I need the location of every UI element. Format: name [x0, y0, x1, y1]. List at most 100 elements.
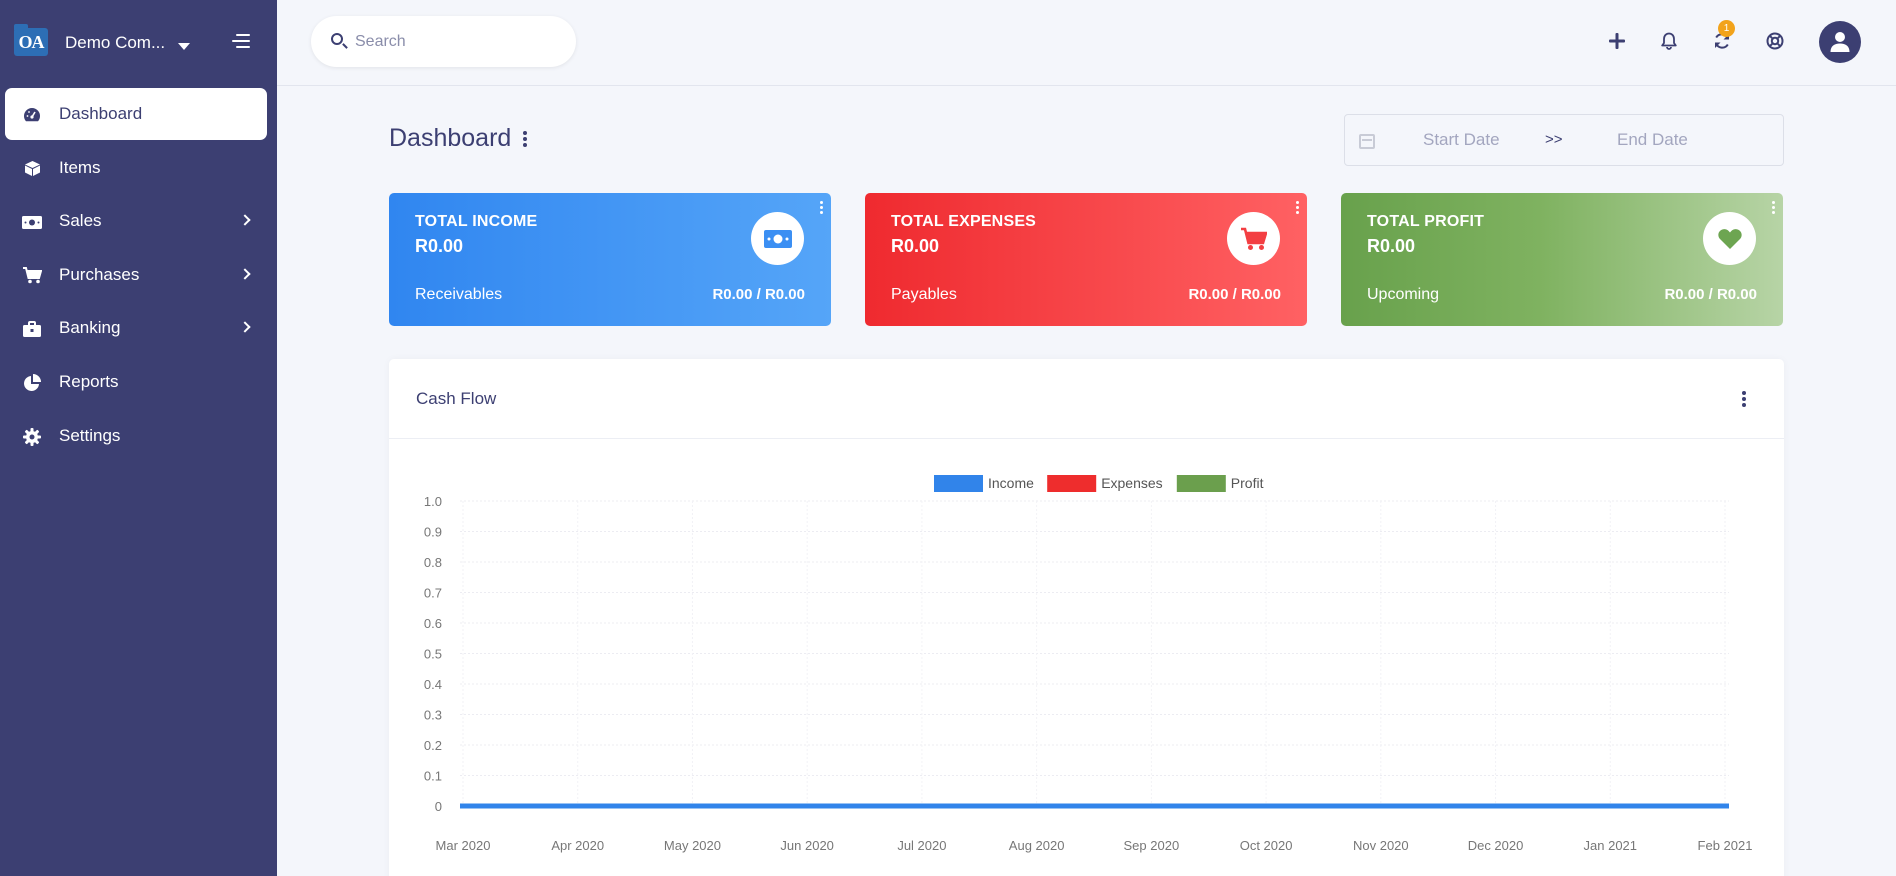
- x-tick-label: Mar 2020: [436, 838, 491, 853]
- top-header: [277, 0, 1896, 86]
- plus-icon[interactable]: [1603, 27, 1631, 55]
- briefcase-icon: [22, 320, 42, 338]
- chevron-right-icon: [239, 214, 251, 226]
- date-range-picker[interactable]: Start Date >> End Date: [1344, 114, 1784, 166]
- chevron-right-icon: [239, 268, 251, 280]
- start-date-input[interactable]: Start Date: [1423, 130, 1500, 150]
- card-sub-label: Payables: [891, 286, 957, 303]
- card-sub-label: Upcoming: [1367, 286, 1440, 303]
- total-profit-card: TOTAL PROFIT R0.00 Upcoming R0.00 / R0.0…: [1341, 193, 1783, 326]
- cart-icon: [22, 267, 42, 285]
- money-icon: [751, 212, 804, 265]
- help-icon[interactable]: [1761, 27, 1789, 55]
- card-title: TOTAL PROFIT: [1367, 213, 1485, 230]
- card-title: TOTAL EXPENSES: [891, 213, 1037, 230]
- dashboard-icon: [22, 106, 42, 124]
- caret-down-icon[interactable]: [178, 43, 190, 50]
- cart-icon: [1227, 212, 1280, 265]
- card-sub-value: R0.00 / R0.00: [1664, 286, 1757, 303]
- x-tick-label: Jul 2020: [897, 838, 946, 853]
- sidebar-item-items[interactable]: Items: [5, 142, 267, 194]
- y-tick-label: 1.0: [424, 494, 442, 509]
- chevron-right-icon: [239, 321, 251, 334]
- sidebar-item-purchases[interactable]: Purchases: [5, 249, 267, 301]
- cash-flow-chart: Income Expenses Profit 1.0 0.9 0.8 0.7 0.6 0.5 0.…: [424, 475, 1753, 853]
- sidebar-item-reports[interactable]: Reports: [5, 356, 267, 408]
- y-tick-label: 0.1: [424, 769, 442, 784]
- date-separator: >>: [1545, 131, 1563, 148]
- gear-icon: [22, 427, 42, 446]
- y-tick-label: 0.7: [424, 586, 442, 601]
- sidebar-item-label: Reports: [59, 371, 119, 391]
- panel-menu-icon[interactable]: [1742, 391, 1746, 409]
- y-tick-label: 0.2: [424, 738, 442, 753]
- x-tick-label: Jun 2020: [780, 838, 834, 853]
- y-tick-label: 0.9: [424, 525, 442, 540]
- total-income-card: TOTAL INCOME R0.00 Receivables R0.00 / R…: [389, 193, 831, 326]
- page-title: Dashboard: [389, 124, 512, 152]
- menu-collapse-icon[interactable]: [232, 34, 250, 48]
- legend-swatch: [1047, 475, 1097, 492]
- sidebar-item-label: Dashboard: [59, 104, 143, 123]
- sidebar-item-label: Purchases: [59, 264, 140, 284]
- x-tick-label: Dec 2020: [1468, 838, 1524, 853]
- sidebar-item-settings[interactable]: Settings: [5, 410, 267, 462]
- end-date-input[interactable]: End Date: [1617, 130, 1688, 150]
- card-sub-value: R0.00 / R0.00: [1188, 286, 1281, 303]
- dashboard-menu-icon[interactable]: [522, 131, 528, 149]
- legend-label: Profit: [1231, 475, 1264, 491]
- card-sub-value: R0.00 / R0.00: [712, 286, 805, 303]
- legend-swatch: [934, 475, 983, 492]
- x-tick-label: Nov 2020: [1353, 838, 1409, 853]
- money-icon: [22, 213, 42, 231]
- box-icon: [22, 160, 42, 178]
- calendar-icon: [1359, 134, 1375, 149]
- card-title: TOTAL INCOME: [415, 213, 538, 230]
- card-menu-icon[interactable]: [1296, 201, 1299, 216]
- y-tick-label: 0: [435, 799, 442, 814]
- sidebar-item-dashboard[interactable]: Dashboard: [5, 88, 267, 140]
- sidebar-item-label: Sales: [59, 211, 102, 231]
- panel-header: Cash Flow: [389, 359, 1784, 439]
- card-amount: R0.00: [1367, 236, 1416, 256]
- legend-label: Income: [988, 475, 1034, 491]
- search-icon: [331, 33, 343, 45]
- bell-icon[interactable]: [1655, 27, 1683, 55]
- y-tick-label: 0.3: [424, 708, 442, 723]
- x-tick-label: Apr 2020: [551, 838, 604, 853]
- heart-icon: [1703, 212, 1756, 265]
- legend-swatch: [1176, 475, 1226, 492]
- x-tick-label: Feb 2021: [1698, 838, 1753, 853]
- panel-title: Cash Flow: [416, 389, 497, 408]
- cash-flow-panel: Cash Flow Income Expenses Profit 1.0 0.9 0.8 0…: [389, 359, 1784, 876]
- sidebar-nav: Dashboard Items Sales Purchases Banking …: [5, 88, 267, 463]
- legend-label: Expenses: [1101, 475, 1162, 491]
- card-amount: R0.00: [415, 236, 464, 256]
- search-input[interactable]: [355, 28, 555, 56]
- sidebar-item-sales[interactable]: Sales: [5, 195, 267, 247]
- card-amount: R0.00: [891, 236, 940, 256]
- x-tick-label: Aug 2020: [1009, 838, 1065, 853]
- x-tick-label: Sep 2020: [1124, 838, 1180, 853]
- sidebar-item-label: Banking: [59, 318, 121, 338]
- total-expenses-card: TOTAL EXPENSES R0.00 Payables R0.00 / R0…: [865, 193, 1307, 326]
- card-sub-label: Receivables: [415, 286, 503, 303]
- pie-chart-icon: [22, 373, 42, 392]
- card-menu-icon[interactable]: [820, 201, 823, 216]
- x-tick-label: May 2020: [664, 838, 721, 853]
- y-tick-label: 0.8: [424, 555, 442, 570]
- notification-badge: 1: [1718, 20, 1735, 37]
- x-tick-label: Oct 2020: [1240, 838, 1293, 853]
- sidebar-item-label: Settings: [59, 425, 121, 445]
- company-logo: OA: [14, 24, 48, 56]
- y-tick-label: 0.5: [424, 647, 442, 662]
- search-box[interactable]: [311, 16, 576, 67]
- card-menu-icon[interactable]: [1772, 201, 1775, 216]
- x-tick-label: Jan 2021: [1584, 838, 1638, 853]
- y-tick-label: 0.6: [424, 616, 442, 631]
- y-tick-label: 0.4: [424, 677, 442, 692]
- sidebar: OA Demo Com... Dashboard Items Sales Pur…: [0, 0, 277, 876]
- company-name[interactable]: Demo Com...: [65, 33, 165, 53]
- sidebar-item-banking[interactable]: Banking: [5, 302, 267, 354]
- user-avatar-icon[interactable]: [1819, 21, 1861, 63]
